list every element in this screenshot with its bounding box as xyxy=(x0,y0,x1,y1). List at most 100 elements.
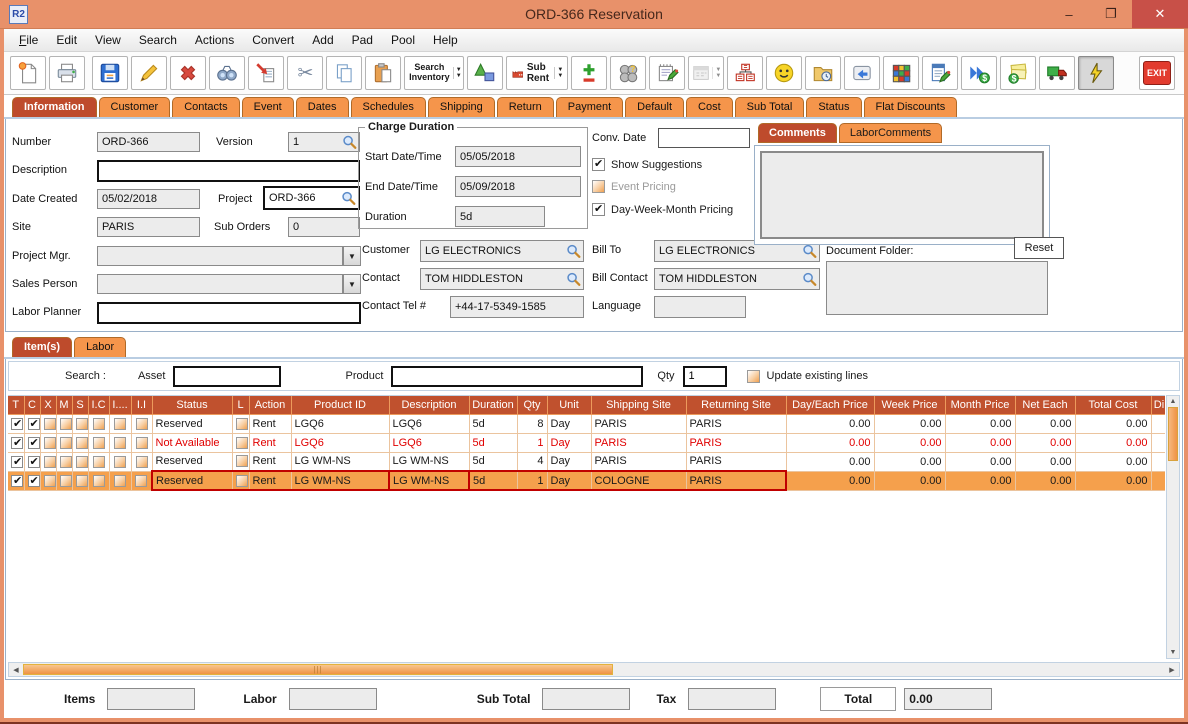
sub-rent-dropdown[interactable]: ▼ ▼ xyxy=(554,67,563,79)
tab-event[interactable]: Event xyxy=(241,97,294,117)
folder-history-button[interactable] xyxy=(805,56,842,90)
search-inventory-dropdown[interactable]: ▼ ▼ xyxy=(452,67,462,79)
col-s[interactable]: S xyxy=(72,396,89,415)
project-mgr-field[interactable] xyxy=(97,246,343,266)
customer-search-icon[interactable] xyxy=(566,244,581,259)
update-existing-checkbox[interactable] xyxy=(746,369,760,383)
flag-checkbox[interactable] xyxy=(114,436,126,449)
flag-checkbox[interactable] xyxy=(114,417,126,430)
sales-person-dropdown[interactable]: ▼ xyxy=(343,274,361,294)
tab-labor-comments[interactable]: LaborComments xyxy=(838,123,943,143)
tab-sub-total[interactable]: Sub Total xyxy=(734,97,805,117)
scroll-left-icon[interactable]: ◀ xyxy=(9,666,23,674)
menu-add[interactable]: Add xyxy=(303,31,342,49)
flag-checkbox[interactable] xyxy=(75,417,87,430)
tab-flat-discounts[interactable]: Flat Discounts xyxy=(863,97,958,117)
minimize-button[interactable]: – xyxy=(1048,0,1090,28)
qty-input[interactable] xyxy=(682,365,727,387)
col-net-each[interactable]: Net Each xyxy=(1015,396,1076,415)
horizontal-scroll-thumb[interactable]: ||| xyxy=(23,664,613,675)
bill-to-search-icon[interactable] xyxy=(802,244,817,259)
flag-checkbox[interactable] xyxy=(11,417,23,430)
contact-search-icon[interactable] xyxy=(566,272,581,287)
tab-information[interactable]: Information xyxy=(12,97,97,117)
start-date-field[interactable]: 05/05/2018 xyxy=(455,146,581,167)
l-checkbox[interactable] xyxy=(235,436,248,449)
bill-contact-field[interactable]: TOM HIDDLESTON xyxy=(654,268,820,290)
menu-pad[interactable]: Pad xyxy=(343,31,382,49)
flag-checkbox[interactable] xyxy=(59,436,71,449)
col-duration[interactable]: Duration xyxy=(469,396,518,415)
col-description[interactable]: Description xyxy=(389,396,470,415)
project-field[interactable]: ORD-366 xyxy=(263,186,360,210)
tab-contacts[interactable]: Contacts xyxy=(172,97,240,117)
l-checkbox[interactable] xyxy=(235,417,248,430)
col-unit[interactable]: Unit xyxy=(547,396,592,415)
scroll-up-icon[interactable]: ▲ xyxy=(1170,396,1177,407)
flag-checkbox[interactable] xyxy=(27,436,39,449)
flag-checkbox[interactable] xyxy=(59,474,71,487)
save-button[interactable] xyxy=(92,56,129,90)
description-field[interactable] xyxy=(97,160,360,182)
copy-button[interactable] xyxy=(326,56,363,90)
menu-edit[interactable]: Edit xyxy=(47,31,86,49)
sub-rent-button[interactable]: Sub Rent ▼ ▼ xyxy=(506,56,569,90)
keyboard-shortcut-button[interactable] xyxy=(844,56,881,90)
col-product-id[interactable]: Product ID xyxy=(291,396,390,415)
col-total-cost[interactable]: Total Cost xyxy=(1075,396,1152,415)
cut-button[interactable]: ✂ xyxy=(287,56,324,90)
flag-checkbox[interactable] xyxy=(11,455,23,468)
flag-checkbox[interactable] xyxy=(92,436,105,449)
tab-customer[interactable]: Customer xyxy=(98,97,171,117)
delivery-button[interactable] xyxy=(1039,56,1076,90)
flag-checkbox[interactable] xyxy=(92,474,105,487)
comments-field[interactable] xyxy=(760,151,1044,239)
menu-file[interactable]: File xyxy=(10,31,47,49)
tab-return[interactable]: Return xyxy=(496,97,554,117)
new-document-button[interactable] xyxy=(10,56,46,90)
maximize-button[interactable]: ❐ xyxy=(1090,0,1132,28)
labor-planner-field[interactable] xyxy=(97,302,361,324)
notes-button[interactable] xyxy=(649,56,686,90)
flag-checkbox[interactable] xyxy=(27,455,39,468)
tab-cost[interactable]: Cost xyxy=(686,97,733,117)
l-checkbox[interactable] xyxy=(235,474,248,487)
horizontal-scrollbar[interactable]: ◀ ||| ▶ xyxy=(8,662,1180,677)
bill-contact-search-icon[interactable] xyxy=(802,272,817,287)
flag-checkbox[interactable] xyxy=(135,417,148,430)
version-field[interactable]: 1 xyxy=(288,132,360,152)
table-row-selected[interactable]: Reserved Rent LG WM-NS LG WM-NS 5d 1 Day… xyxy=(8,470,1165,491)
language-field[interactable] xyxy=(654,296,746,318)
site-structure-button[interactable] xyxy=(727,56,764,90)
conv-date-field[interactable] xyxy=(658,128,750,148)
flag-checkbox[interactable] xyxy=(43,474,55,487)
scroll-down-icon[interactable]: ▼ xyxy=(1170,647,1177,658)
contact-field[interactable]: TOM HIDDLESTON xyxy=(420,268,584,290)
print-button[interactable] xyxy=(49,56,85,90)
day-week-month-checkbox[interactable] xyxy=(592,202,605,216)
flag-checkbox[interactable] xyxy=(59,455,71,468)
tab-schedules[interactable]: Schedules xyxy=(350,97,426,117)
col-week-price[interactable]: Week Price xyxy=(874,396,946,415)
find-button[interactable] xyxy=(209,56,246,90)
group-query-button[interactable]: ? xyxy=(610,56,647,90)
copy-booking-button[interactable] xyxy=(248,56,285,90)
shapes-button[interactable] xyxy=(467,56,504,90)
menu-search[interactable]: Search xyxy=(130,31,186,49)
scroll-right-icon[interactable]: ▶ xyxy=(1165,666,1179,674)
tab-labor[interactable]: Labor xyxy=(74,337,127,357)
col-c[interactable]: C xyxy=(24,396,41,415)
flag-checkbox[interactable] xyxy=(135,474,148,487)
tab-payment[interactable]: Payment xyxy=(555,97,624,117)
document-folder-field[interactable] xyxy=(826,261,1048,315)
flag-checkbox[interactable] xyxy=(135,436,148,449)
flag-checkbox[interactable] xyxy=(43,455,55,468)
paste-button[interactable] xyxy=(365,56,402,90)
sales-person-field[interactable] xyxy=(97,274,343,294)
col-m[interactable]: M xyxy=(56,396,73,415)
menu-convert[interactable]: Convert xyxy=(243,31,303,49)
col-l[interactable]: L xyxy=(232,396,250,415)
col-day-each-price[interactable]: Day/Each Price xyxy=(786,396,875,415)
end-date-field[interactable]: 05/09/2018 xyxy=(455,176,581,197)
flag-checkbox[interactable] xyxy=(135,455,148,468)
